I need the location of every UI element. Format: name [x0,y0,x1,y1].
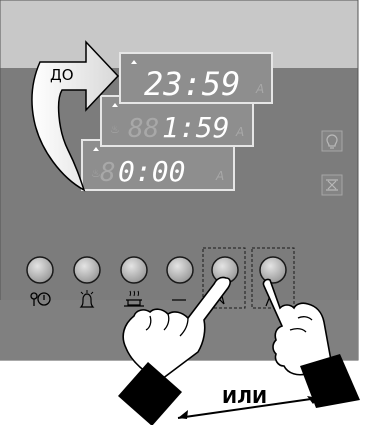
display-back-time: 0:00 [118,155,185,188]
end-time-button[interactable] [166,256,194,284]
clock-button[interactable] [26,256,54,284]
before-label: ДО [50,66,74,84]
lamp-icon [321,130,343,152]
display-back-unit: A [215,169,224,183]
or-arrow: ИЛИ [177,387,319,419]
plus-button[interactable] [259,256,287,284]
timer-button[interactable] [73,256,101,284]
cooking-time-button[interactable] [120,256,148,284]
oven-control-illustration: ♨ 8 0:00 A ♨ 88 1:59 A 23:59 A ДО ИЛИ [0,0,360,425]
display-middle-ghost: 88 [128,114,159,144]
display-front: 23:59 A [119,52,273,104]
display-front-time: 23:59 [144,65,240,103]
display-middle-time: 1:59 [162,111,229,144]
svg-text:♨: ♨ [110,123,120,136]
display-back: ♨ 8 0:00 A [81,139,235,191]
display-back-ghost: 8 [100,158,116,188]
display-front-unit: A [255,82,264,96]
display-middle-unit: A [235,125,244,139]
or-label: ИЛИ [222,387,267,408]
defrost-icon [321,174,343,196]
